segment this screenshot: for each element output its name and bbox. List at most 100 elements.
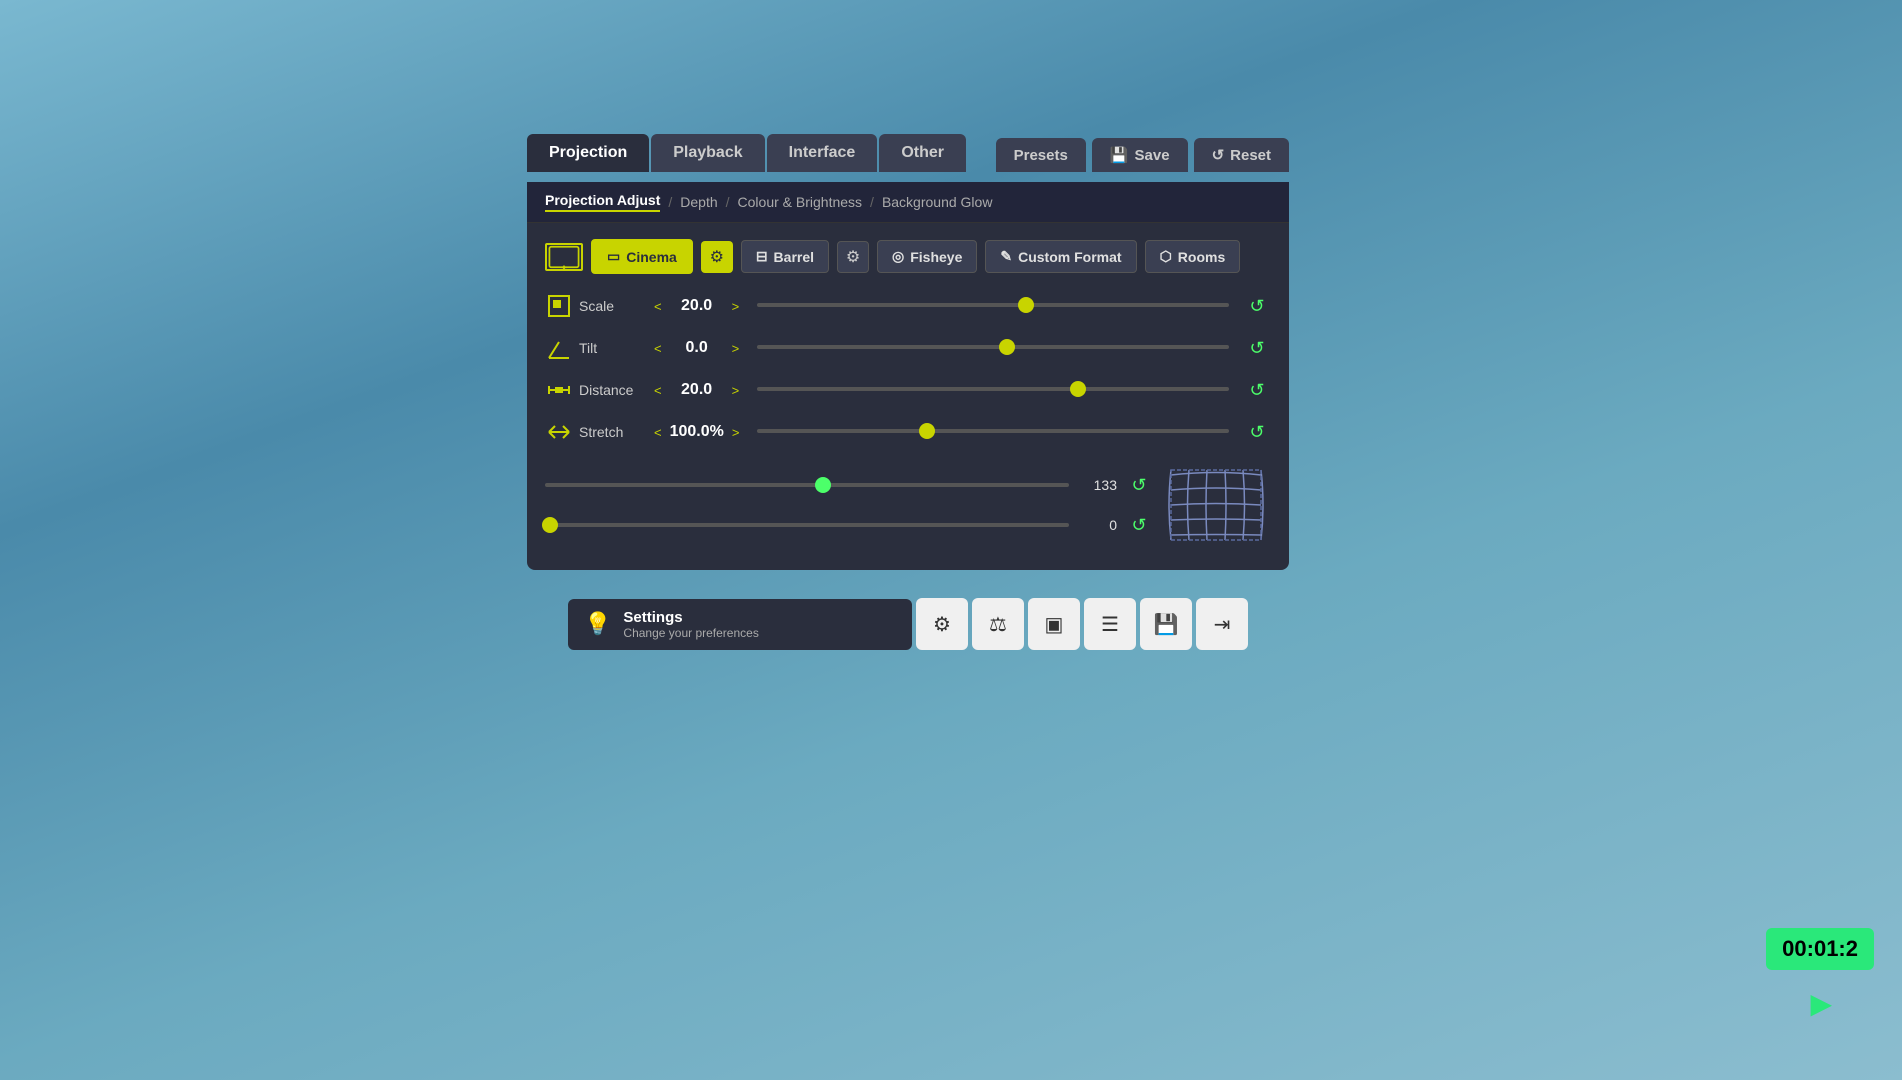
scale-reset[interactable]: ↺ xyxy=(1243,292,1271,320)
save-icon: 💾 xyxy=(1110,146,1129,164)
settings-title: Settings xyxy=(623,609,758,626)
scale-track-bg xyxy=(757,303,1229,307)
barrel-track-2[interactable] xyxy=(545,523,1069,527)
toolbar-menu-button[interactable]: ☰ xyxy=(1084,598,1136,650)
scale-track[interactable] xyxy=(757,303,1229,309)
tilt-decrement[interactable]: < xyxy=(650,339,666,358)
scale-increment[interactable]: > xyxy=(728,297,744,316)
barrel-button[interactable]: ⊟ Barrel xyxy=(741,240,829,273)
barrel-row-1: 133 ↺ xyxy=(545,471,1153,499)
barrel-value-1: 133 xyxy=(1077,477,1117,493)
tilt-label: Tilt xyxy=(579,340,644,356)
custom-format-label: Custom Format xyxy=(1018,249,1121,265)
toolbar-export-button[interactable]: ⇥ xyxy=(1196,598,1248,650)
stretch-thumb[interactable] xyxy=(919,423,935,439)
play-button[interactable]: ▶ xyxy=(1810,987,1832,1020)
tab-interface[interactable]: Interface xyxy=(767,134,878,172)
barrel-track-1[interactable] xyxy=(545,483,1069,487)
panel-content: ▭ Cinema ⚙ ⊟ Barrel ⚙ ◎ Fisheye ✎ Custom… xyxy=(527,223,1289,570)
barrel-section: 133 ↺ 0 ↺ xyxy=(545,460,1271,550)
fisheye-button[interactable]: ◎ Fisheye xyxy=(877,240,977,273)
tab-bar: Projection Playback Interface Other xyxy=(527,134,966,172)
reset-label: Reset xyxy=(1230,147,1271,164)
barrel-sliders: 133 ↺ 0 ↺ xyxy=(545,471,1161,539)
tab-playback[interactable]: Playback xyxy=(651,134,764,172)
stretch-track-bg xyxy=(757,429,1229,433)
cinema-gear-button[interactable]: ⚙ xyxy=(701,241,733,273)
cinema-label: Cinema xyxy=(626,249,677,265)
tab-other[interactable]: Other xyxy=(879,134,966,172)
distance-track-bg xyxy=(757,387,1229,391)
barrel-icon: ⊟ xyxy=(756,248,768,265)
toolbar-screen-button[interactable]: ▣ xyxy=(1028,598,1080,650)
breadcrumb-sep-3: / xyxy=(870,194,874,210)
rooms-icon: ⬡ xyxy=(1160,248,1172,265)
toolbar-menu-icon: ☰ xyxy=(1101,612,1119,637)
stretch-reset[interactable]: ↺ xyxy=(1243,418,1271,446)
custom-format-button[interactable]: ✎ Custom Format xyxy=(985,240,1136,273)
pencil-icon: ✎ xyxy=(1000,248,1012,265)
distance-icon xyxy=(545,376,573,404)
toolbar-save-button[interactable]: 💾 xyxy=(1140,598,1192,650)
barrel-thumb-2[interactable] xyxy=(542,517,558,533)
toolbar-gear-button[interactable]: ⚙ xyxy=(916,598,968,650)
save-button[interactable]: 💾 Save xyxy=(1092,138,1188,172)
distance-label: Distance xyxy=(579,382,644,398)
tilt-track[interactable] xyxy=(757,345,1229,351)
tilt-icon xyxy=(545,334,573,362)
distance-increment[interactable]: > xyxy=(728,381,744,400)
stretch-icon xyxy=(545,418,573,446)
rooms-label: Rooms xyxy=(1178,249,1225,265)
distance-ctrl: < 20.0 > xyxy=(650,381,743,400)
stretch-label: Stretch xyxy=(579,424,644,440)
scale-thumb[interactable] xyxy=(1018,297,1034,313)
rooms-button[interactable]: ⬡ Rooms xyxy=(1145,240,1241,273)
reset-button[interactable]: ↺ Reset xyxy=(1194,138,1289,172)
scale-label: Scale xyxy=(579,298,644,314)
tilt-thumb[interactable] xyxy=(999,339,1015,355)
breadcrumb-depth[interactable]: Depth xyxy=(680,194,717,210)
settings-text: Settings Change your preferences xyxy=(623,609,758,640)
screen-icon xyxy=(545,243,583,271)
distance-track[interactable] xyxy=(757,387,1229,393)
scale-row: Scale < 20.0 > ↺ xyxy=(545,292,1271,320)
tilt-ctrl: < 0.0 > xyxy=(650,339,743,358)
breadcrumb: Projection Adjust / Depth / Colour & Bri… xyxy=(527,182,1289,223)
tilt-increment[interactable]: > xyxy=(728,339,744,358)
barrel-reset-2[interactable]: ↺ xyxy=(1125,511,1153,539)
scale-decrement[interactable]: < xyxy=(650,297,666,316)
tilt-row: Tilt < 0.0 > ↺ xyxy=(545,334,1271,362)
barrel-svg xyxy=(1161,460,1271,550)
distance-thumb[interactable] xyxy=(1070,381,1086,397)
reset-icon: ↺ xyxy=(1212,146,1225,164)
breadcrumb-colour[interactable]: Colour & Brightness xyxy=(738,194,863,210)
barrel-gear-button[interactable]: ⚙ xyxy=(837,241,869,273)
breadcrumb-active[interactable]: Projection Adjust xyxy=(545,192,660,212)
barrel-reset-1[interactable]: ↺ xyxy=(1125,471,1153,499)
stretch-value: 100.0% xyxy=(670,423,724,441)
format-row: ▭ Cinema ⚙ ⊟ Barrel ⚙ ◎ Fisheye ✎ Custom… xyxy=(545,239,1271,274)
presets-button[interactable]: Presets xyxy=(996,138,1086,172)
cinema-button[interactable]: ▭ Cinema xyxy=(591,239,693,274)
toolbar-gear-icon: ⚙ xyxy=(933,612,951,637)
tilt-reset[interactable]: ↺ xyxy=(1243,334,1271,362)
toolbar-screen-icon: ▣ xyxy=(1045,612,1064,637)
toolbar-person-button[interactable]: ⚖ xyxy=(972,598,1024,650)
barrel-thumb-1[interactable] xyxy=(815,477,831,493)
distance-decrement[interactable]: < xyxy=(650,381,666,400)
distance-value: 20.0 xyxy=(670,381,724,399)
scale-icon xyxy=(545,292,573,320)
toolbar-person-icon: ⚖ xyxy=(989,612,1007,637)
stretch-decrement[interactable]: < xyxy=(650,423,666,442)
stretch-increment[interactable]: > xyxy=(728,423,744,442)
tilt-value: 0.0 xyxy=(670,339,724,357)
toolbar-export-icon: ⇥ xyxy=(1214,612,1231,637)
stretch-row: Stretch < 100.0% > ↺ xyxy=(545,418,1271,446)
settings-subtitle: Change your preferences xyxy=(623,626,758,640)
tab-projection[interactable]: Projection xyxy=(527,134,649,172)
bottom-bar: 💡 Settings Change your preferences ⚙ ⚖ ▣… xyxy=(568,598,1248,650)
cinema-icon: ▭ xyxy=(607,248,620,265)
breadcrumb-glow[interactable]: Background Glow xyxy=(882,194,993,210)
distance-reset[interactable]: ↺ xyxy=(1243,376,1271,404)
stretch-track[interactable] xyxy=(757,429,1229,435)
